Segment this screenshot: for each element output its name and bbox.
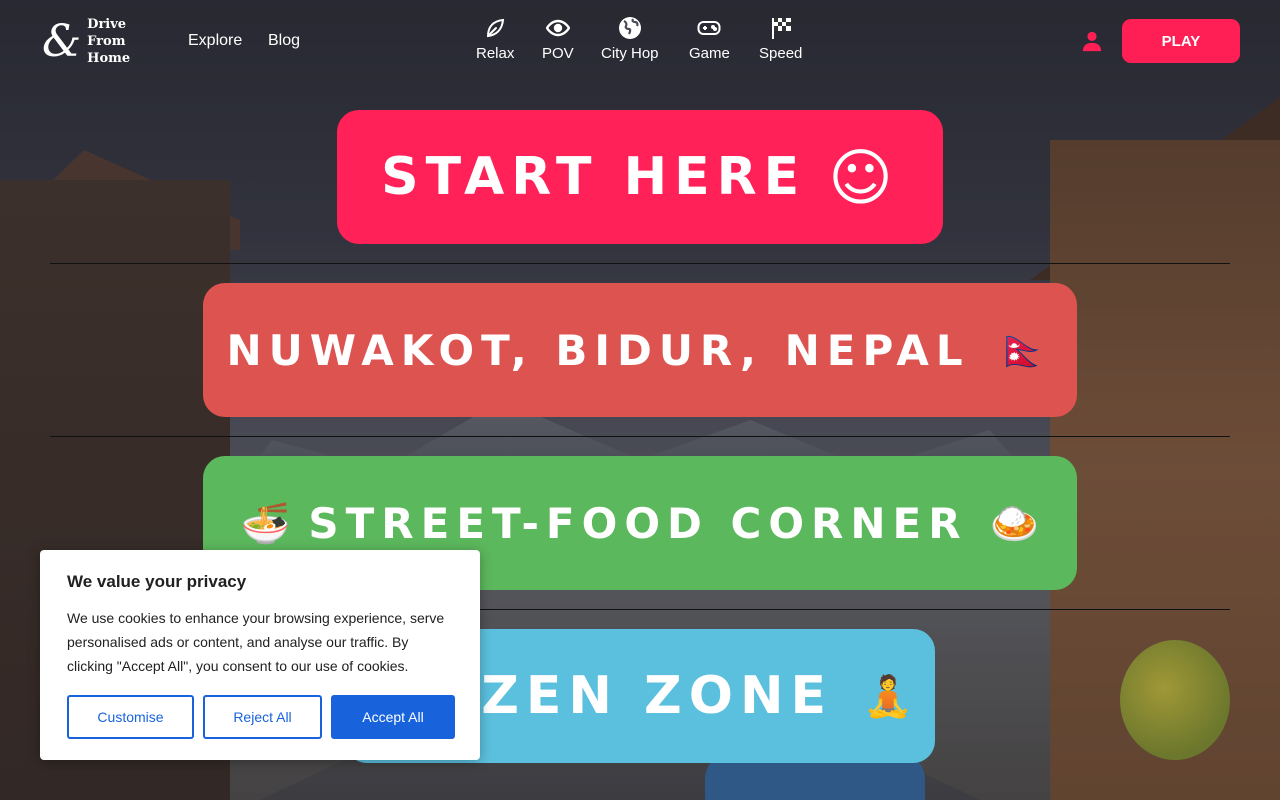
category-game-label: Game (689, 45, 730, 62)
category-game[interactable]: Game (689, 16, 730, 62)
accept-all-button[interactable]: Accept All (331, 695, 455, 739)
start-here-button[interactable]: START HERE ☺ (337, 110, 943, 244)
play-button[interactable]: PLAY (1122, 19, 1240, 63)
logo-text: Drive From Home (87, 16, 130, 67)
logo-ampersand: & (42, 15, 82, 67)
user-account-icon[interactable] (1081, 30, 1103, 52)
leaf-icon (487, 18, 505, 38)
globe-icon (618, 17, 641, 39)
cookie-title: We value your privacy (67, 572, 247, 591)
category-relax-label: Relax (476, 45, 515, 62)
category-city-hop[interactable]: City Hop (601, 16, 659, 62)
start-here-label: START HERE (381, 147, 807, 207)
meditation-icon: 🧘 (863, 673, 913, 720)
site-header: & Drive From Home Explore Blog Relax POV… (0, 0, 1280, 84)
category-city-hop-label: City Hop (601, 45, 659, 62)
nepal-flag-icon: 🇳🇵 (997, 327, 1048, 374)
zen-zone-label: ZEN ZONE (481, 666, 833, 726)
category-pov-label: POV (542, 45, 574, 62)
logo-line-2: From (87, 34, 126, 49)
category-pov[interactable]: POV (542, 16, 574, 62)
reject-all-button[interactable]: Reject All (203, 695, 322, 739)
curry-rice-icon: 🍛 (989, 500, 1040, 547)
divider (50, 436, 1230, 437)
checkered-flag-icon (771, 18, 791, 39)
cookie-actions: Customise Reject All Accept All (67, 695, 455, 739)
cookie-description: We use cookies to enhance your browsing … (67, 610, 445, 674)
smiley-icon: ☺ (828, 140, 893, 214)
nuwakot-nepal-button[interactable]: NUWAKOT, BIDUR, NEPAL 🇳🇵 (203, 283, 1077, 417)
logo-line-3: Home (87, 51, 131, 66)
category-speed-label: Speed (759, 45, 803, 62)
customise-button[interactable]: Customise (67, 695, 194, 739)
gamepad-icon (697, 21, 721, 35)
eye-icon (545, 19, 570, 37)
divider (50, 263, 1230, 264)
category-relax[interactable]: Relax (476, 16, 514, 62)
logo-line-1: Drive (87, 17, 127, 32)
cookie-consent-banner: We value your privacy We use cookies to … (40, 550, 480, 760)
nuwakot-label: NUWAKOT, BIDUR, NEPAL (226, 325, 970, 375)
street-food-label: STREET-FOOD CORNER (308, 498, 968, 548)
category-speed[interactable]: Speed (759, 16, 802, 62)
nav-blog[interactable]: Blog (268, 32, 300, 50)
noodle-bowl-icon: 🍜 (240, 500, 291, 547)
brand-logo[interactable]: & Drive From Home (42, 16, 130, 67)
nav-explore[interactable]: Explore (188, 32, 242, 50)
